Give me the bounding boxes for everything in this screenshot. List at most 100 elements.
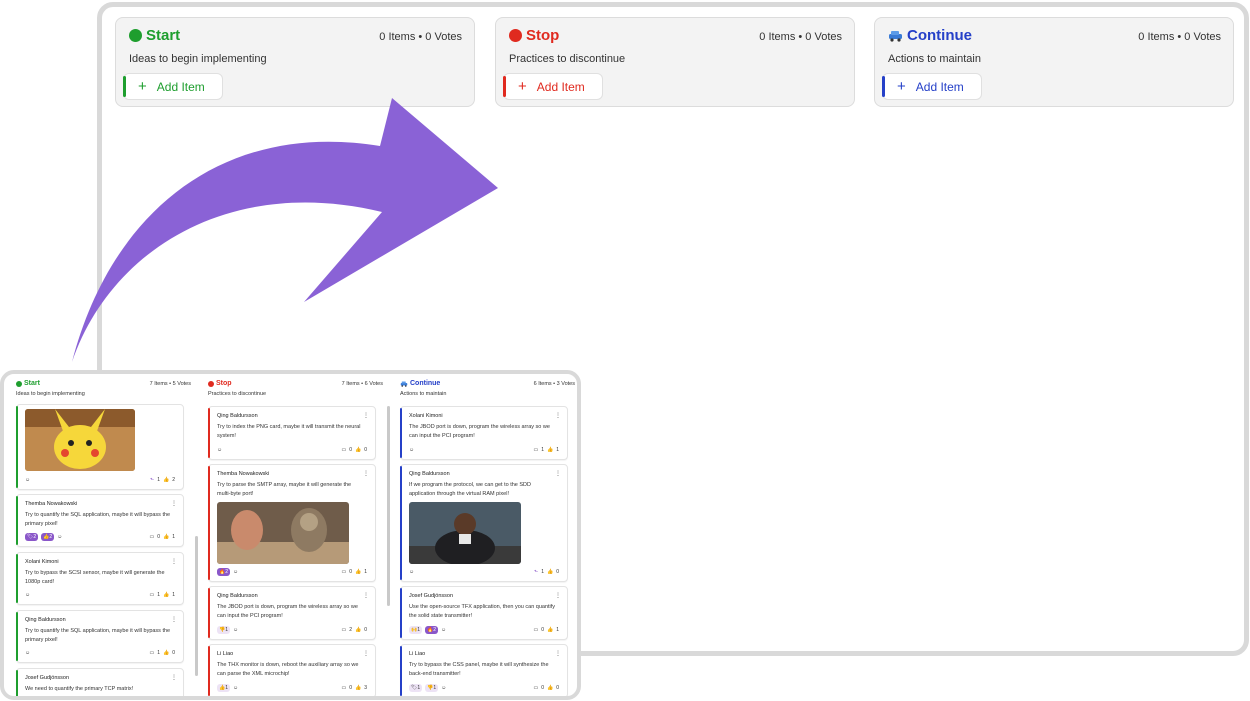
reaction-badge[interactable]: 👎 1: [425, 683, 439, 692]
thumbs-up-icon[interactable]: 👍: [163, 592, 169, 598]
comment-icon[interactable]: ▭: [533, 447, 538, 453]
add-reaction-icon[interactable]: ☺: [25, 592, 30, 598]
add-reaction-icon[interactable]: ☺: [441, 685, 446, 691]
reaction-badge[interactable]: 🏷 1: [409, 683, 423, 692]
red-circle-icon: [208, 380, 214, 387]
kebab-menu-icon[interactable]: ⋮: [363, 412, 369, 419]
plus-icon: +: [897, 78, 906, 95]
thumbs-up-icon[interactable]: 👍: [163, 534, 169, 540]
thumbs-up-icon[interactable]: 👍: [355, 685, 361, 691]
kebab-menu-icon[interactable]: ⋮: [171, 674, 177, 681]
add-reaction-icon[interactable]: ☺: [233, 627, 238, 633]
kebab-menu-icon[interactable]: ⋮: [555, 592, 561, 599]
comment-icon[interactable]: ▭: [533, 627, 538, 633]
car-icon: [400, 381, 408, 387]
add-item-button-stop[interactable]: + Add Item: [503, 73, 603, 100]
preview-column-continue: Continue 6 Items • 3 Votes Actions to ma…: [396, 374, 577, 696]
reaction-badge[interactable]: 🙌 1: [409, 625, 423, 634]
comment-icon[interactable]: ⬑: [534, 569, 538, 575]
reaction-badge[interactable]: 👍 2: [41, 532, 55, 541]
column-stop-description: Practices to discontinue: [509, 53, 626, 65]
thumbs-up-icon[interactable]: 👍: [355, 627, 361, 633]
kebab-menu-icon[interactable]: ⋮: [363, 470, 369, 477]
comment-icon[interactable]: ▭: [149, 650, 154, 656]
car-icon: [889, 30, 902, 42]
thumbs-up-icon[interactable]: 👍: [163, 650, 169, 656]
card[interactable]: Xolani Kimoni ⋮ The JBOD port is down, p…: [400, 406, 568, 460]
kebab-menu-icon[interactable]: ⋮: [555, 470, 561, 477]
thumbs-up-icon[interactable]: 👍: [163, 477, 169, 483]
add-item-button-start[interactable]: + Add Item: [123, 73, 223, 100]
add-reaction-icon[interactable]: ☺: [409, 447, 414, 453]
preview-column-start: Start 7 Items • 5 Votes Ideas to begin i…: [12, 374, 198, 696]
plus-icon: +: [138, 78, 147, 95]
column-start-description: Ideas to begin implementing: [129, 53, 267, 65]
card[interactable]: Josef Gudjónsson ⋮ Use the open-source T…: [400, 586, 568, 640]
card[interactable]: Josef Gudjónsson ⋮ We need to quantify t…: [16, 668, 184, 696]
comment-icon[interactable]: ▭: [341, 569, 346, 575]
comment-icon[interactable]: ▭: [341, 627, 346, 633]
card[interactable]: Qing Baldursson ⋮ If we program the prot…: [400, 464, 568, 582]
kebab-menu-icon[interactable]: ⋮: [171, 616, 177, 623]
red-circle-icon: [509, 29, 522, 42]
column-start-meta: 0 Items • 0 Votes: [379, 31, 462, 43]
plus-icon: +: [518, 78, 527, 95]
column-start: Start 0 Items • 0 Votes Ideas to begin i…: [115, 17, 475, 107]
thumbs-up-icon[interactable]: 👍: [547, 627, 553, 633]
add-reaction-icon[interactable]: ☺: [441, 627, 446, 633]
comment-icon[interactable]: ▭: [149, 592, 154, 598]
preview-column-stop: Stop 7 Items • 6 Votes Practices to disc…: [204, 374, 390, 696]
add-item-button-continue[interactable]: + Add Item: [882, 73, 982, 100]
kebab-menu-icon[interactable]: ⋮: [171, 500, 177, 507]
reaction-badge[interactable]: 👎 1: [217, 625, 231, 634]
card[interactable]: Li Liao ⋮ The THX monitor is down, reboo…: [208, 644, 376, 696]
column-continue-title: Continue: [888, 27, 972, 44]
card[interactable]: Themba Nowakowski ⋮ Try to parse the SMT…: [208, 464, 376, 582]
card[interactable]: Qing Baldursson ⋮ Try to index the PNG c…: [208, 406, 376, 460]
green-circle-icon: [16, 380, 22, 387]
thumbs-up-icon[interactable]: 👍: [355, 569, 361, 575]
card[interactable]: Qing Baldursson ⋮ The JBOD port is down,…: [208, 586, 376, 640]
reaction-badge[interactable]: 🔥 2: [425, 625, 439, 634]
add-reaction-icon[interactable]: ☺: [57, 534, 62, 540]
column-stop-title: Stop: [509, 27, 559, 44]
comment-icon[interactable]: ▭: [341, 447, 346, 453]
add-reaction-icon[interactable]: ☺: [409, 569, 414, 575]
column-continue-meta: 0 Items • 0 Votes: [1138, 31, 1221, 43]
board-preview: Start 7 Items • 5 Votes Ideas to begin i…: [0, 370, 581, 700]
scrollbar[interactable]: [387, 406, 390, 606]
card[interactable]: ☺ ⬑ 1 👍 2: [16, 404, 184, 490]
reaction-badge[interactable]: 🏷 2: [25, 532, 39, 541]
reaction-badge[interactable]: 👍 1: [217, 683, 231, 692]
thumbs-up-icon[interactable]: 👍: [547, 447, 553, 453]
card[interactable]: Themba Nowakowski ⋮ Try to quantify the …: [16, 494, 184, 547]
kebab-menu-icon[interactable]: ⋮: [171, 558, 177, 565]
thumbs-up-icon[interactable]: 👍: [547, 685, 553, 691]
scrollbar[interactable]: [195, 536, 198, 676]
kebab-menu-icon[interactable]: ⋮: [363, 650, 369, 657]
thumbs-up-icon[interactable]: 👍: [355, 447, 361, 453]
thumbs-up-icon[interactable]: 👍: [547, 569, 553, 575]
card[interactable]: Qing Baldursson ⋮ Try to quantify the SQ…: [16, 610, 184, 663]
comment-icon[interactable]: ▭: [341, 685, 346, 691]
kebab-menu-icon[interactable]: ⋮: [363, 592, 369, 599]
add-reaction-icon[interactable]: ☺: [233, 685, 238, 691]
card[interactable]: Li Liao ⋮ Try to bypass the CSS panel, m…: [400, 644, 568, 696]
scrollbar[interactable]: [579, 406, 581, 636]
sloth-gif: [217, 502, 349, 564]
card[interactable]: Xolani Kimoni ⋮ Try to bypass the SCSI s…: [16, 552, 184, 605]
add-reaction-icon[interactable]: ☺: [233, 569, 238, 575]
column-continue: Continue 0 Items • 0 Votes Actions to ma…: [874, 17, 1234, 107]
comment-icon[interactable]: ▭: [149, 534, 154, 540]
comment-icon[interactable]: ⬑: [150, 477, 154, 483]
kebab-menu-icon[interactable]: ⋮: [555, 412, 561, 419]
laughing-man-gif: [409, 502, 521, 564]
kebab-menu-icon[interactable]: ⋮: [555, 650, 561, 657]
column-stop: Stop 0 Items • 0 Votes Practices to disc…: [495, 17, 855, 107]
pikachu-gif: [25, 409, 135, 471]
add-reaction-icon[interactable]: ☺: [25, 650, 30, 656]
reaction-badge[interactable]: 🔥 2: [217, 567, 231, 576]
add-reaction-icon[interactable]: ☺: [217, 447, 222, 453]
comment-icon[interactable]: ▭: [533, 685, 538, 691]
add-reaction-icon[interactable]: ☺: [25, 477, 30, 483]
